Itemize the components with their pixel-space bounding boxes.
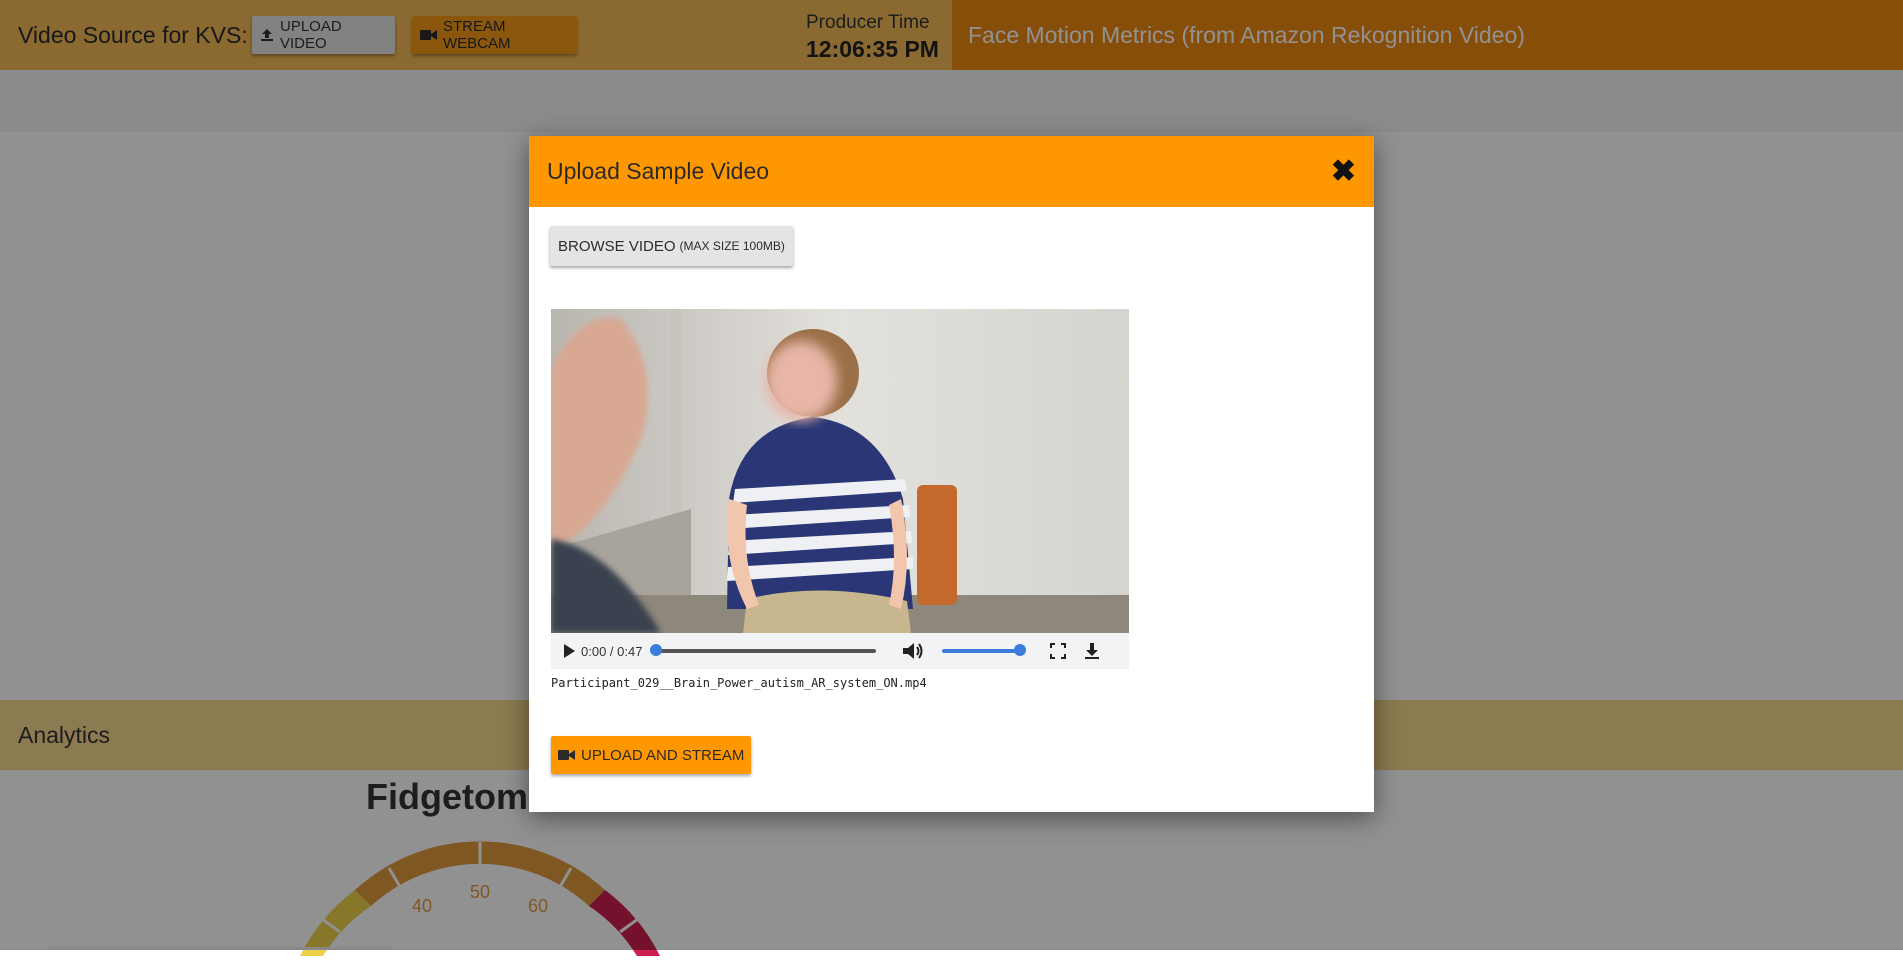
close-icon[interactable]: ✖ <box>1331 156 1356 187</box>
volume-slider[interactable] <box>942 644 1027 656</box>
browse-size-hint: (MAX SIZE 100MB) <box>679 239 785 253</box>
video-controls: 0:00 / 0:47 <box>551 633 1129 669</box>
upload-and-stream-button[interactable]: UPLOAD AND STREAM <box>551 736 752 774</box>
seek-bar[interactable] <box>650 644 877 656</box>
playback-time: 0:00 / 0:47 <box>581 643 643 659</box>
volume-handle[interactable] <box>1014 644 1027 656</box>
seek-handle[interactable] <box>650 644 663 656</box>
download-icon[interactable] <box>1084 642 1100 660</box>
modal-title: Upload Sample Video <box>547 158 770 184</box>
fullscreen-icon[interactable] <box>1050 643 1067 659</box>
volume-icon[interactable] <box>902 642 924 660</box>
browse-video-label: BROWSE VIDEO <box>558 237 676 255</box>
video-filename: Participant_029__Brain_Power_autism_AR_s… <box>551 676 927 690</box>
browse-video-button[interactable]: BROWSE VIDEO (MAX SIZE 100MB) <box>550 226 793 266</box>
upload-and-stream-label: UPLOAD AND STREAM <box>581 746 745 764</box>
modal-header: Upload Sample Video ✖ <box>529 136 1374 207</box>
play-icon[interactable] <box>563 644 575 658</box>
video-preview[interactable] <box>551 309 1129 633</box>
upload-video-modal: Upload Sample Video ✖ BROWSE VIDEO (MAX … <box>529 136 1374 812</box>
video-frame <box>551 309 1129 633</box>
video-camera-icon <box>558 749 575 761</box>
